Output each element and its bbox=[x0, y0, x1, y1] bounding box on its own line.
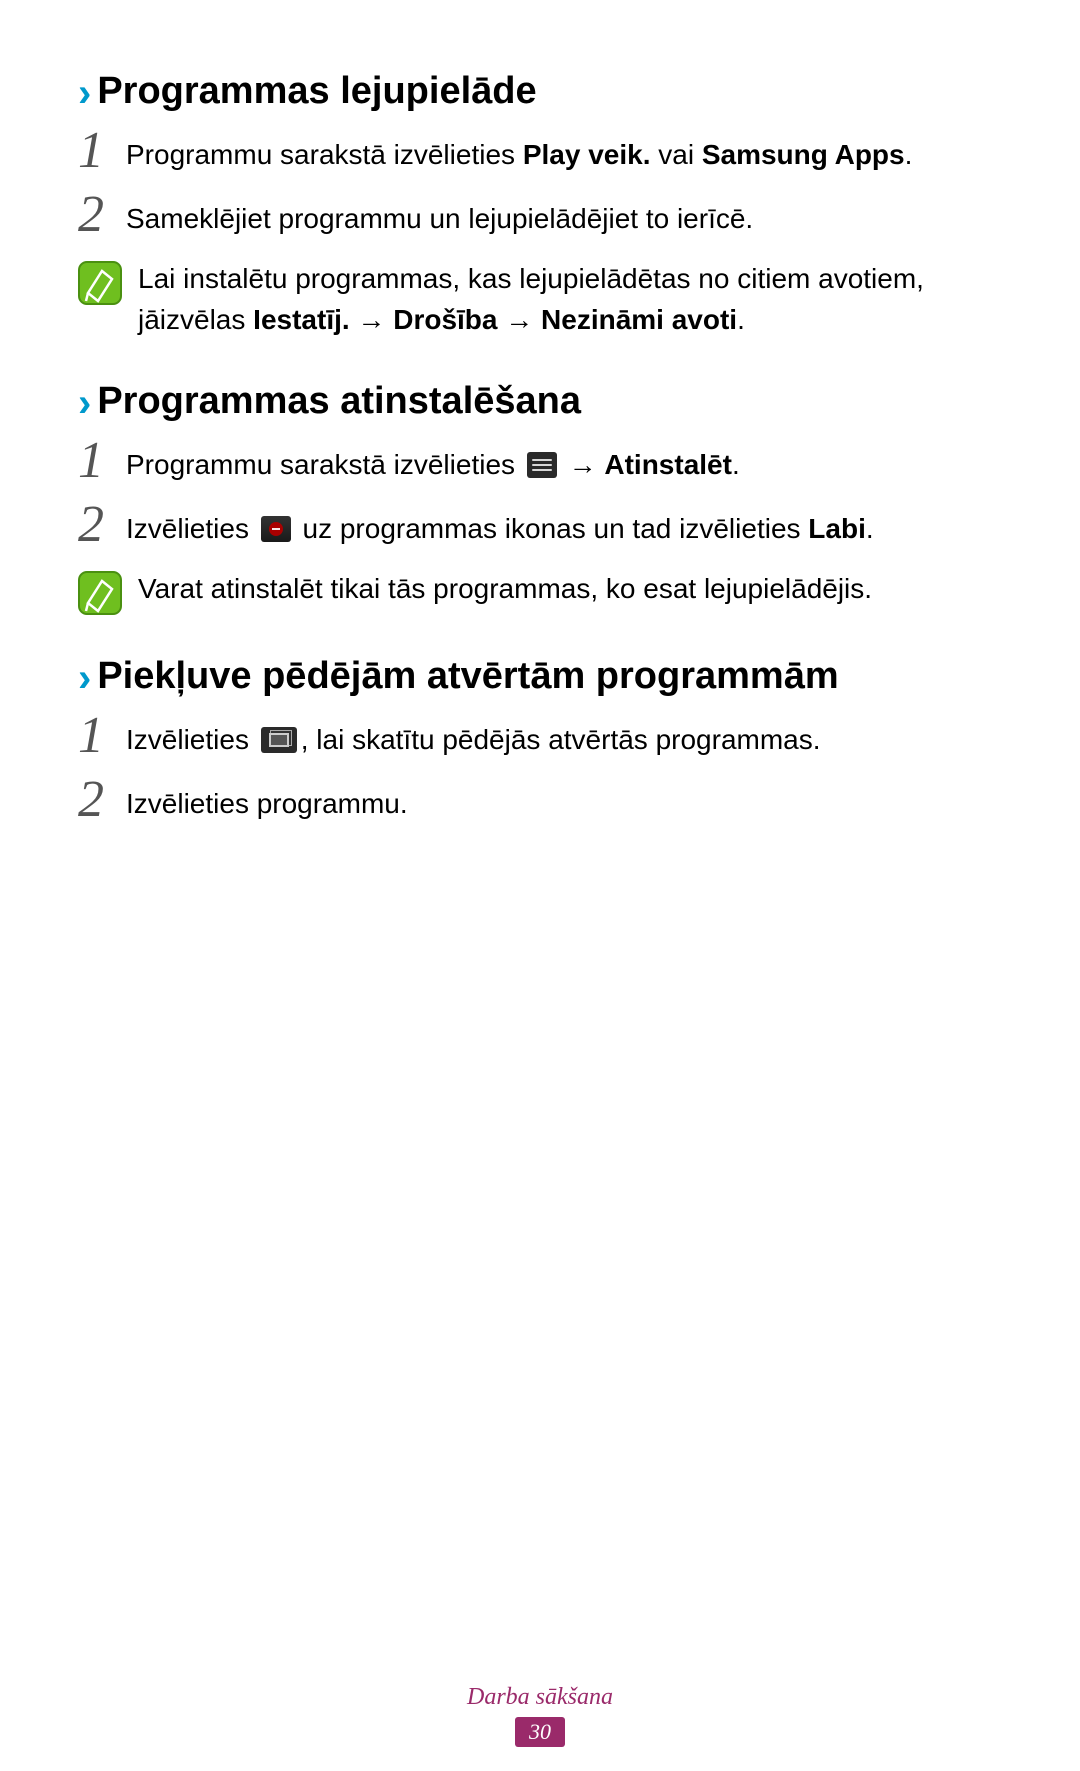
step-number: 2 bbox=[78, 774, 116, 826]
step-number: 2 bbox=[78, 499, 116, 551]
note-icon bbox=[78, 261, 122, 305]
delete-icon bbox=[261, 516, 291, 542]
text: Izvēlieties bbox=[126, 513, 257, 544]
text: vai bbox=[650, 139, 701, 170]
recent-apps-icon bbox=[261, 727, 297, 753]
heading-text: Programmas lejupielāde bbox=[97, 70, 536, 113]
note: Lai instalētu programmas, kas lejupielād… bbox=[78, 259, 1002, 340]
step: 1 Izvēlieties , lai skatītu pēdējās atvē… bbox=[78, 716, 1002, 768]
text: . bbox=[737, 304, 745, 335]
step-text: Izvēlieties uz programmas ikonas un tad … bbox=[126, 505, 874, 550]
section-heading: › Programmas atinstalēšana bbox=[78, 380, 1002, 423]
page-number: 30 bbox=[515, 1717, 565, 1747]
step: 1 Programmu sarakstā izvēlieties → Atins… bbox=[78, 441, 1002, 493]
heading-text: Piekļuve pēdējām atvērtām programmām bbox=[97, 655, 838, 698]
bold-text: Drošība bbox=[393, 304, 497, 335]
bold-text: Iestatīj. bbox=[253, 304, 349, 335]
text: Izvēlieties bbox=[126, 724, 257, 755]
arrow-text: → bbox=[561, 449, 605, 480]
text: Programmu sarakstā izvēlieties bbox=[126, 449, 523, 480]
step: 2 Sameklējiet programmu un lejupielādēji… bbox=[78, 195, 1002, 247]
text: , lai skatītu pēdējās atvērtās programma… bbox=[301, 724, 821, 755]
step-text: Izvēlieties programmu. bbox=[126, 780, 408, 825]
chevron-icon: › bbox=[78, 73, 91, 113]
text: . bbox=[905, 139, 913, 170]
note: Varat atinstalēt tikai tās programmas, k… bbox=[78, 569, 1002, 615]
arrow-text: → bbox=[497, 304, 541, 335]
step-number: 1 bbox=[78, 125, 116, 177]
text: uz programmas ikonas un tad izvēlieties bbox=[295, 513, 809, 544]
step-text: Izvēlieties , lai skatītu pēdējās atvērt… bbox=[126, 716, 821, 761]
step-text: Programmu sarakstā izvēlieties → Atinsta… bbox=[126, 441, 740, 486]
step: 2 Izvēlieties uz programmas ikonas un ta… bbox=[78, 505, 1002, 557]
step-number: 2 bbox=[78, 189, 116, 241]
step: 1 Programmu sarakstā izvēlieties Play ve… bbox=[78, 131, 1002, 183]
note-icon bbox=[78, 571, 122, 615]
step: 2 Izvēlieties programmu. bbox=[78, 780, 1002, 832]
bold-text: Nezināmi avoti bbox=[541, 304, 737, 335]
menu-icon bbox=[527, 452, 557, 478]
section-heading: › Piekļuve pēdējām atvērtām programmām bbox=[78, 655, 1002, 698]
chevron-icon: › bbox=[78, 383, 91, 423]
page-footer: Darba sākšana 30 bbox=[0, 1684, 1080, 1747]
text: . bbox=[866, 513, 874, 544]
section-heading: › Programmas lejupielāde bbox=[78, 70, 1002, 113]
step-text: Sameklējiet programmu un lejupielādējiet… bbox=[126, 195, 753, 240]
arrow-text: → bbox=[350, 304, 394, 335]
note-text: Varat atinstalēt tikai tās programmas, k… bbox=[138, 569, 872, 610]
step-text: Programmu sarakstā izvēlieties Play veik… bbox=[126, 131, 912, 176]
chevron-icon: › bbox=[78, 658, 91, 698]
heading-text: Programmas atinstalēšana bbox=[97, 380, 581, 423]
step-number: 1 bbox=[78, 435, 116, 487]
bold-text: Atinstalēt bbox=[604, 449, 732, 480]
note-text: Lai instalētu programmas, kas lejupielād… bbox=[138, 259, 1002, 340]
bold-text: Labi bbox=[808, 513, 866, 544]
footer-section-label: Darba sākšana bbox=[0, 1684, 1080, 1711]
bold-text: Samsung Apps bbox=[702, 139, 905, 170]
step-number: 1 bbox=[78, 710, 116, 762]
text: . bbox=[732, 449, 740, 480]
bold-text: Play veik. bbox=[523, 139, 651, 170]
text: Programmu sarakstā izvēlieties bbox=[126, 139, 523, 170]
